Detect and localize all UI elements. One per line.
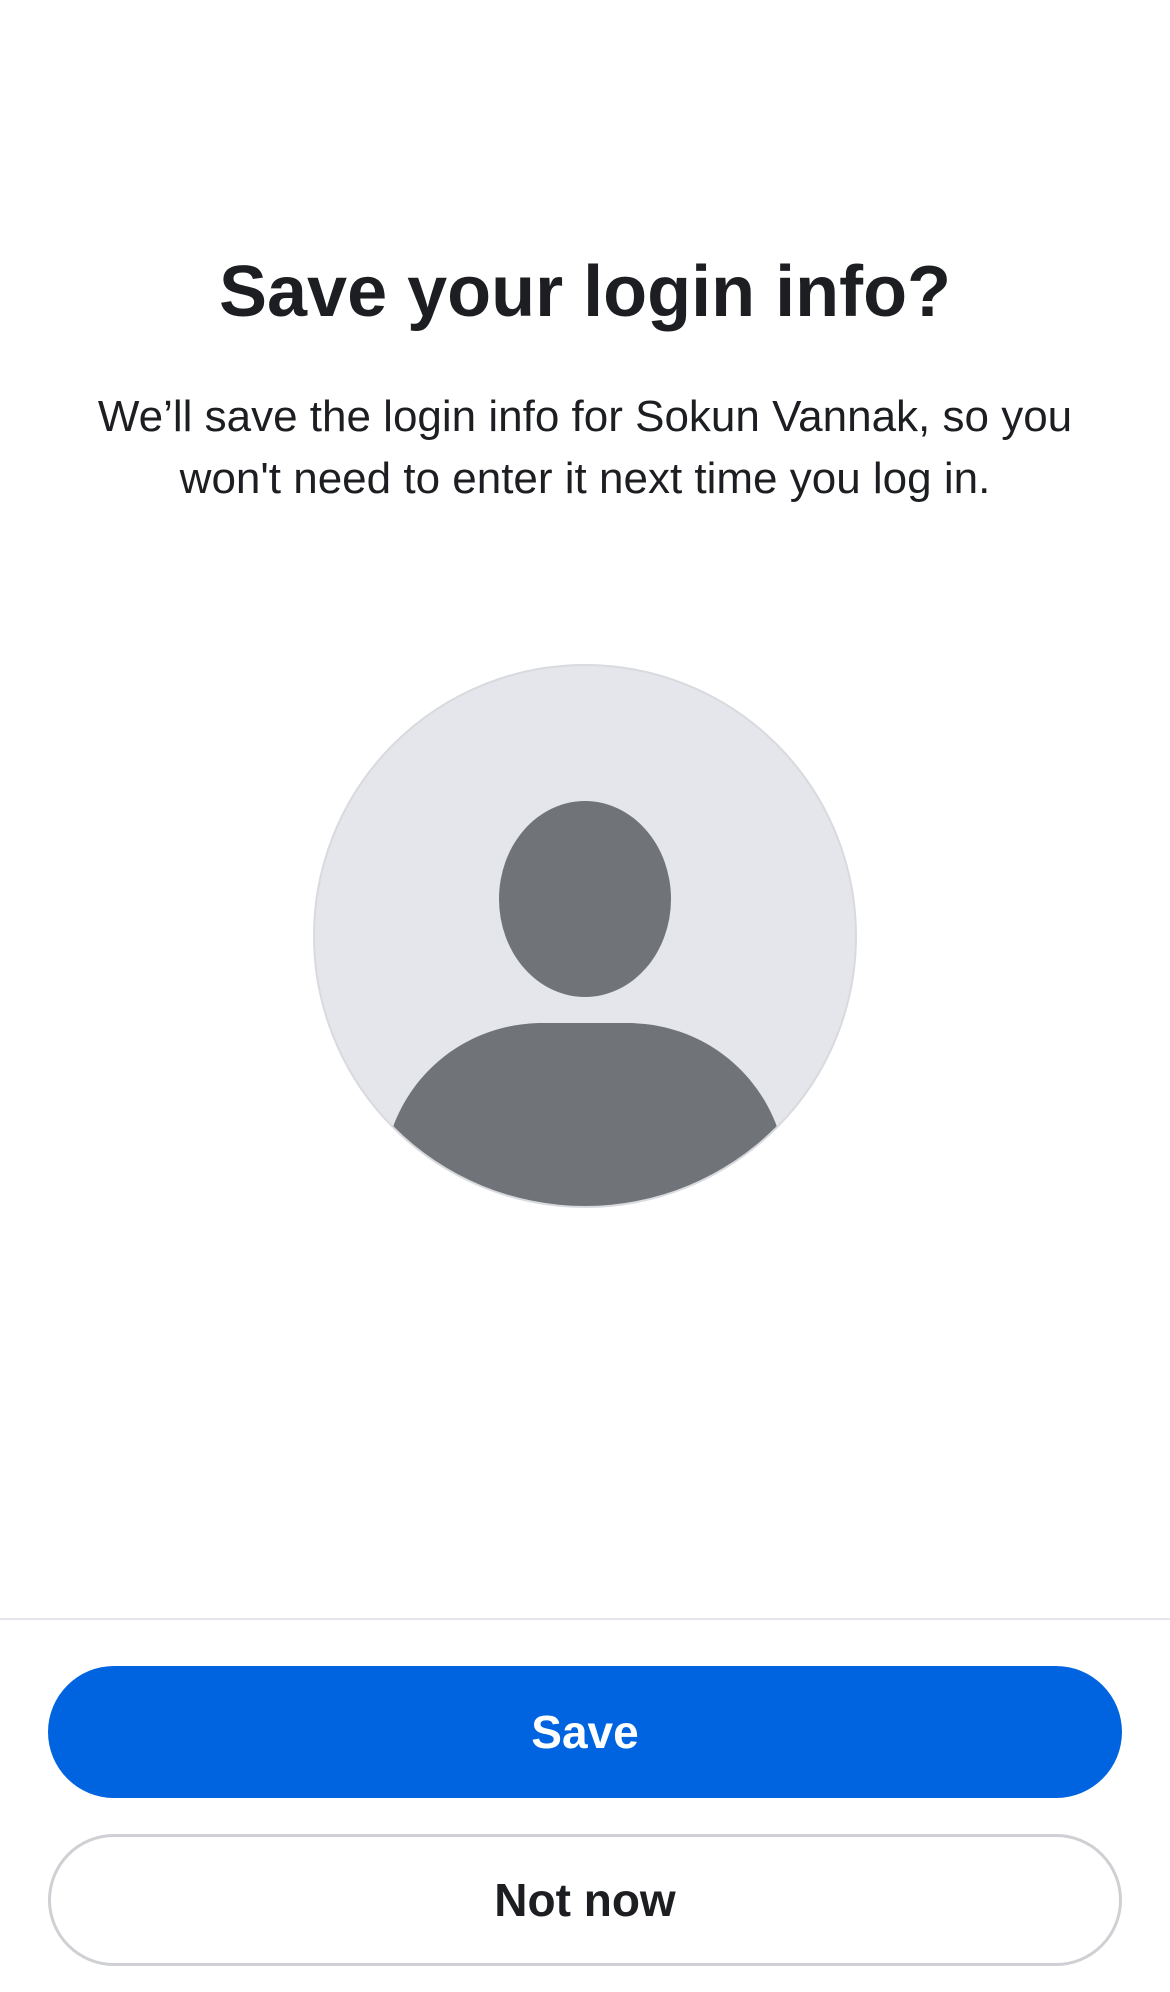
default-profile-silhouette-icon — [313, 664, 857, 1208]
save-button[interactable]: Save — [48, 1666, 1122, 1798]
save-login-screen: Save your login info? We’ll save the log… — [0, 0, 1170, 1992]
divider — [0, 1618, 1170, 1620]
page-title: Save your login info? — [218, 252, 952, 332]
avatar — [313, 664, 857, 1208]
not-now-button[interactable]: Not now — [48, 1834, 1122, 1966]
page-description: We’ll save the login info for Sokun Vann… — [97, 392, 1073, 503]
